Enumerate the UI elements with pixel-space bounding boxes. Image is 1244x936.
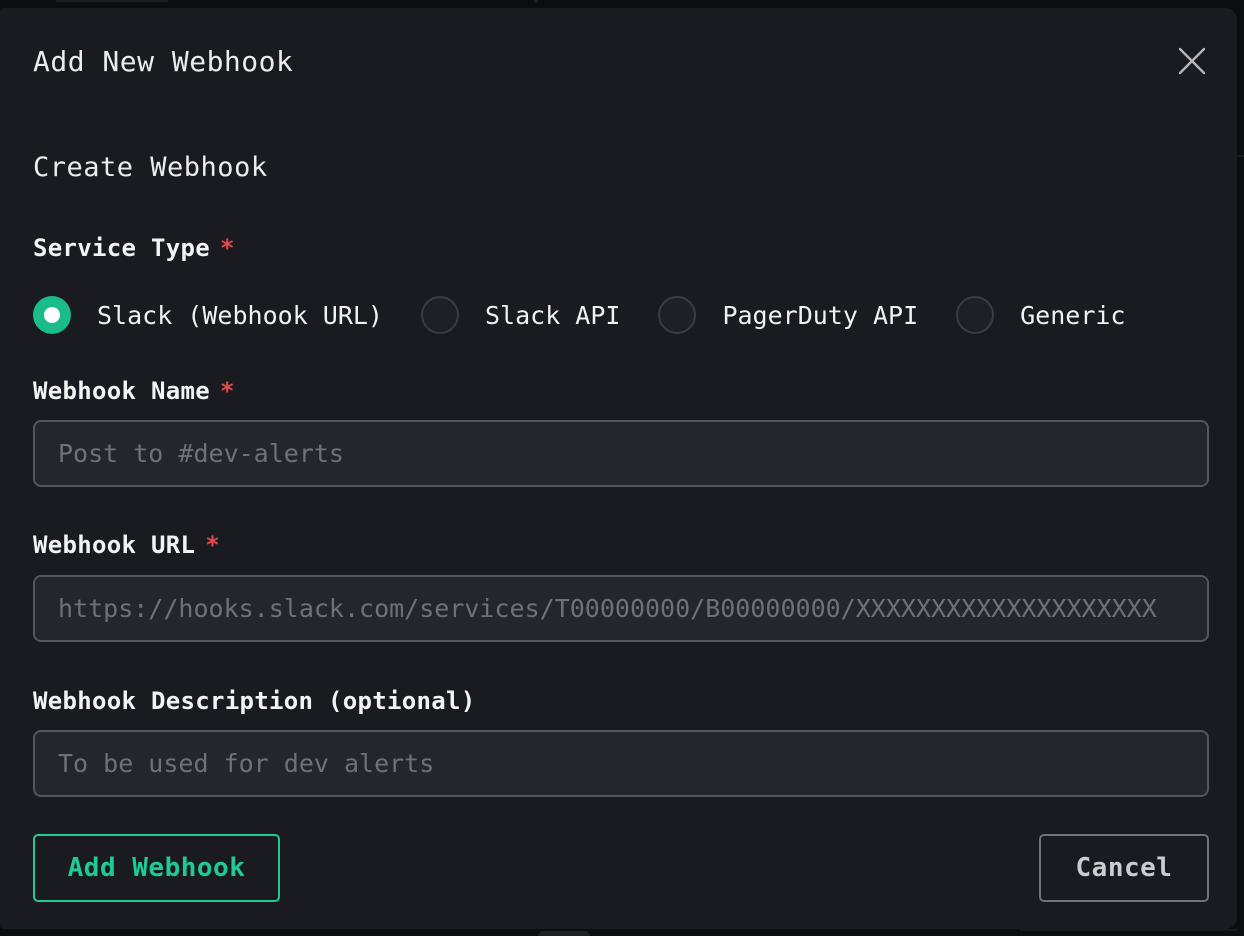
cancel-button[interactable]: Cancel: [1039, 834, 1209, 902]
radio-option-label: PagerDuty API: [722, 301, 918, 330]
webhook-description-label-text: Webhook Description (optional): [33, 687, 475, 715]
required-asterisk: *: [205, 531, 220, 559]
radio-option-pagerduty-api[interactable]: PagerDuty API: [658, 296, 918, 334]
add-webhook-button[interactable]: Add Webhook: [33, 834, 280, 902]
backdrop-top: [0, 0, 1244, 8]
radio-option-label: Slack (Webhook URL): [97, 301, 383, 330]
service-type-label-text: Service Type: [33, 234, 210, 262]
webhook-url-label: Webhook URL *: [33, 532, 1209, 558]
required-asterisk: *: [220, 377, 235, 405]
close-icon: [1177, 46, 1207, 76]
backdrop-page-hint: [1237, 155, 1244, 157]
radio-option-slack-webhook-url[interactable]: Slack (Webhook URL): [33, 296, 383, 334]
service-type-radio-group: Slack (Webhook URL) Slack API PagerDuty …: [33, 296, 1209, 334]
radio-option-slack-api[interactable]: Slack API: [421, 296, 620, 334]
webhook-url-input[interactable]: [33, 575, 1209, 642]
radio-selected-icon[interactable]: [33, 296, 71, 334]
radio-option-generic[interactable]: Generic: [956, 296, 1125, 334]
backdrop-bottom: [0, 929, 1244, 936]
webhook-url-label-text: Webhook URL: [33, 531, 195, 559]
backdrop-page-hint: [1020, 929, 1244, 931]
webhook-description-label: Webhook Description (optional): [33, 688, 1209, 714]
webhook-name-label-text: Webhook Name: [33, 377, 210, 405]
radio-unselected-icon[interactable]: [658, 296, 696, 334]
backdrop-page-hint: [538, 931, 590, 936]
backdrop-page-hint: [534, 0, 538, 3]
radio-option-label: Generic: [1020, 301, 1125, 330]
add-webhook-modal: Add New Webhook Create Webhook Service T…: [0, 8, 1237, 929]
radio-unselected-icon[interactable]: [421, 296, 459, 334]
required-asterisk: *: [220, 234, 235, 262]
webhook-name-input[interactable]: [33, 420, 1209, 487]
radio-unselected-icon[interactable]: [956, 296, 994, 334]
modal-title: Add New Webhook: [33, 46, 293, 78]
radio-option-label: Slack API: [485, 301, 620, 330]
close-button[interactable]: [1175, 44, 1209, 78]
service-type-label: Service Type *: [33, 235, 1209, 261]
form-section-title: Create Webhook: [33, 153, 1209, 183]
modal-header: Add New Webhook: [33, 46, 1209, 78]
backdrop-right: [1237, 0, 1244, 936]
backdrop-page-hint: [56, 0, 168, 2]
modal-footer: Add Webhook Cancel: [33, 834, 1209, 902]
webhook-name-label: Webhook Name *: [33, 378, 1209, 404]
webhook-description-input[interactable]: [33, 730, 1209, 797]
